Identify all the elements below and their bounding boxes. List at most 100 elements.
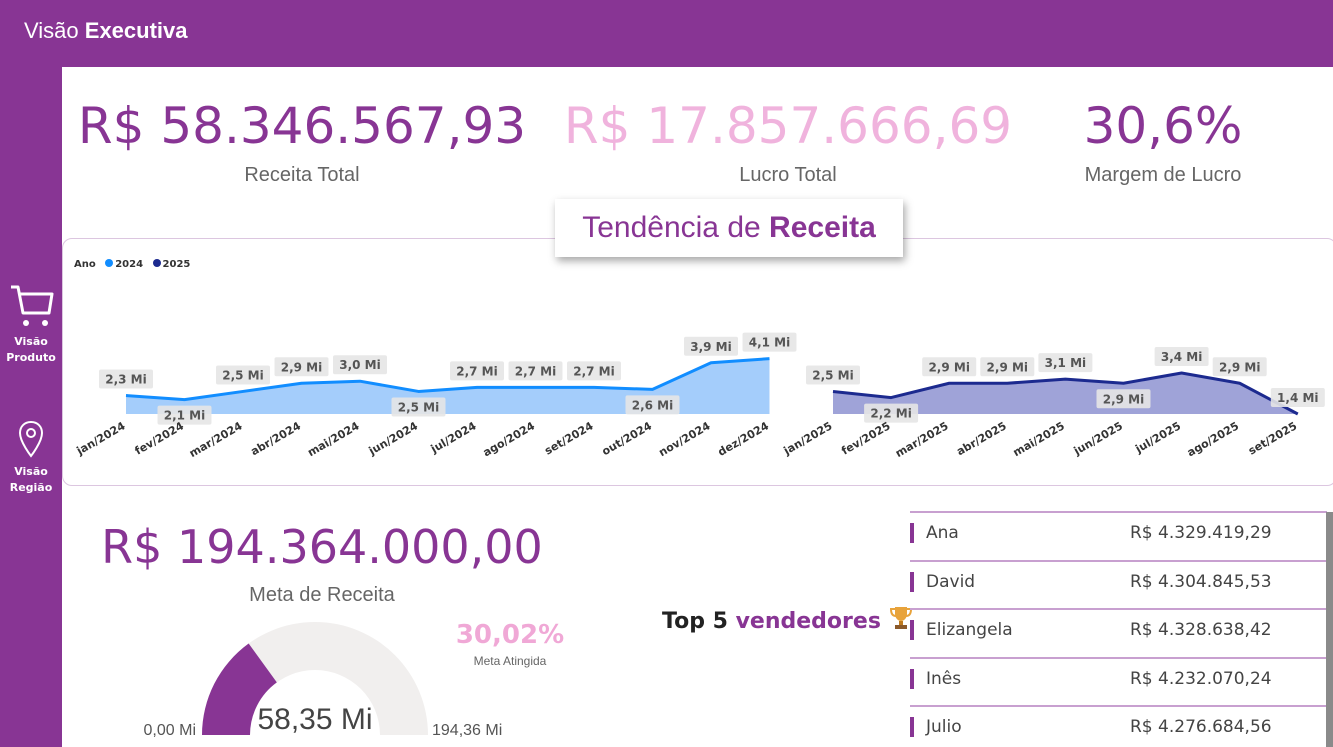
data-label-text: 2,5 Mi xyxy=(222,368,264,382)
data-label: 4,1 Mi xyxy=(742,332,797,352)
data-label-text: 4,1 Mi xyxy=(749,336,791,350)
meta-receita-value: R$ 194.364.000,00 xyxy=(101,520,543,574)
x-tick-label: jul/2024 xyxy=(428,419,479,456)
top5-title-prefix: Top 5 xyxy=(662,609,728,634)
data-label-text: 2,7 Mi xyxy=(573,364,615,378)
data-label-text: 2,7 Mi xyxy=(515,364,557,378)
map-pin-icon xyxy=(18,420,44,458)
seller-row-marker xyxy=(910,523,914,543)
x-tick-label: out/2024 xyxy=(600,419,655,458)
seller-amount: R$ 4.232.070,24 xyxy=(1130,668,1272,689)
data-label: 2,5 Mi xyxy=(216,365,270,385)
data-label-text: 2,9 Mi xyxy=(987,360,1029,374)
meta-receita-kpi: R$ 194.364.000,00 Meta de Receita xyxy=(62,520,582,607)
kpi-margem-value: 30,6% xyxy=(1083,97,1243,155)
meta-atingida-label: Meta Atingida xyxy=(473,654,547,668)
seller-name: Ana xyxy=(926,523,959,543)
page-title-bold: Executiva xyxy=(84,18,188,43)
x-tick-label: mai/2024 xyxy=(305,419,361,459)
data-label-text: 3,4 Mi xyxy=(1161,350,1203,364)
seller-name: Julio xyxy=(926,717,962,738)
x-tick-label: jul/2025 xyxy=(1132,419,1183,456)
data-label: 3,1 Mi xyxy=(1038,353,1093,373)
sidebar xyxy=(0,67,62,747)
x-tick-label: jun/2025 xyxy=(1071,419,1125,458)
x-tick-label: set/2024 xyxy=(542,419,595,457)
data-label: 2,1 Mi xyxy=(157,405,212,425)
data-label: 2,9 Mi xyxy=(1096,389,1151,409)
data-label: 2,7 Mi xyxy=(567,361,621,381)
x-tick-label: abr/2024 xyxy=(249,419,304,458)
x-tick-label: nov/2024 xyxy=(656,419,712,459)
data-label-text: 2,5 Mi xyxy=(398,400,440,414)
top-bar: Visão Executiva xyxy=(0,0,1333,67)
nav-produto-label-line1: Visão xyxy=(14,335,48,348)
seller-name: Elizangela xyxy=(926,620,1013,641)
data-label-text: 2,1 Mi xyxy=(164,409,206,423)
seller-row-marker xyxy=(910,668,914,689)
data-label-text: 2,2 Mi xyxy=(870,407,912,421)
seller-row[interactable]: Ana R$ 4.329.419,29 xyxy=(910,511,1327,560)
data-label: 3,4 Mi xyxy=(1154,347,1209,366)
data-label-text: 2,3 Mi xyxy=(105,373,147,387)
data-label: 2,9 Mi xyxy=(980,357,1035,377)
data-label: 3,9 Mi xyxy=(684,336,738,356)
x-tick-label: mar/2024 xyxy=(187,419,245,460)
data-label-text: 3,1 Mi xyxy=(1045,356,1087,370)
data-label: 2,9 Mi xyxy=(922,357,977,377)
seller-amount: R$ 4.329.419,29 xyxy=(1130,523,1272,543)
trend-title-bold: Receita xyxy=(769,211,876,244)
x-tick-label: jun/2024 xyxy=(366,419,420,458)
trend-chart-svg: 2,3 Mi 2,1 Mi 2,5 Mi 2,9 Mi 3,0 Mi 2,5 Mi 2,7 … xyxy=(74,332,1325,460)
trend-title-prefix: Tendência de xyxy=(582,211,761,244)
gauge-current-value: 58,35 Mi xyxy=(257,703,372,736)
nav-regiao-label-line1: Visão xyxy=(14,465,48,478)
top5-sellers-table: Ana R$ 4.329.419,29 David R$ 4.304.845,53 … xyxy=(910,511,1327,747)
x-tick-label: ago/2025 xyxy=(1185,419,1241,459)
kpi-lucro-value: R$ 17.857.666,69 xyxy=(563,97,1013,155)
nav-visao-regiao-button[interactable]: Visão Região xyxy=(0,420,62,496)
data-label-text: 2,7 Mi xyxy=(456,364,498,378)
page-title: Visão Executiva xyxy=(24,18,188,44)
seller-row-marker xyxy=(910,571,914,592)
kpi-receita-label: Receita Total xyxy=(244,164,360,186)
x-tick-label: mai/2025 xyxy=(1011,419,1067,459)
nav-regiao-label-line2: Região xyxy=(9,481,53,494)
x-tick-label: mar/2025 xyxy=(893,419,951,460)
top5-title: Top 5 vendedores xyxy=(662,605,913,634)
data-label-text: 1,4 Mi xyxy=(1277,391,1319,405)
data-label-text: 2,9 Mi xyxy=(281,360,323,374)
seller-amount: R$ 4.328.638,42 xyxy=(1130,620,1272,641)
seller-row-marker xyxy=(910,717,914,738)
kpi-lucro-total: R$ 17.857.666,69 Lucro Total xyxy=(548,96,1028,187)
data-label-text: 3,0 Mi xyxy=(339,358,381,372)
data-label: 2,2 Mi xyxy=(864,403,919,423)
data-label-text: 2,5 Mi xyxy=(812,368,854,382)
data-label: 3,0 Mi xyxy=(333,355,387,375)
nav-visao-produto-button[interactable]: Visão Produto xyxy=(0,282,62,366)
seller-row[interactable]: David R$ 4.304.845,53 xyxy=(910,559,1327,609)
data-label-text: 2,9 Mi xyxy=(1219,360,1261,374)
seller-row[interactable]: Inês R$ 4.232.070,24 xyxy=(910,656,1327,706)
nav-produto-label-line2: Produto xyxy=(6,351,56,364)
sellers-scrollbar[interactable] xyxy=(1326,512,1333,747)
gauge-min-label: 0,00 Mi xyxy=(144,722,196,739)
x-tick-label: set/2025 xyxy=(1246,419,1299,457)
seller-row[interactable]: Elizangela R$ 4.328.638,42 xyxy=(910,608,1327,657)
page-title-prefix: Visão xyxy=(24,18,79,43)
trend-chart-title: Tendência de Receita xyxy=(555,199,903,257)
shopping-cart-icon xyxy=(11,285,54,326)
x-tick-label: fev/2024 xyxy=(133,419,187,457)
seller-name: Inês xyxy=(926,668,962,689)
seller-amount: R$ 4.304.845,53 xyxy=(1130,571,1272,592)
kpi-receita-total: R$ 58.346.567,93 Receita Total xyxy=(62,96,542,187)
seller-row[interactable]: Julio R$ 4.276.684,56 xyxy=(910,705,1327,747)
data-label-text: 2,9 Mi xyxy=(1103,392,1145,406)
meta-atingida-value: 30,02% xyxy=(455,620,565,650)
data-label: 2,9 Mi xyxy=(274,357,329,377)
seller-row-marker xyxy=(910,620,914,641)
x-tick-label: ago/2024 xyxy=(481,419,538,459)
kpi-margem-label: Margem de Lucro xyxy=(1084,164,1242,186)
data-label-text: 2,9 Mi xyxy=(928,360,970,374)
x-tick-label: jan/2025 xyxy=(781,419,835,458)
